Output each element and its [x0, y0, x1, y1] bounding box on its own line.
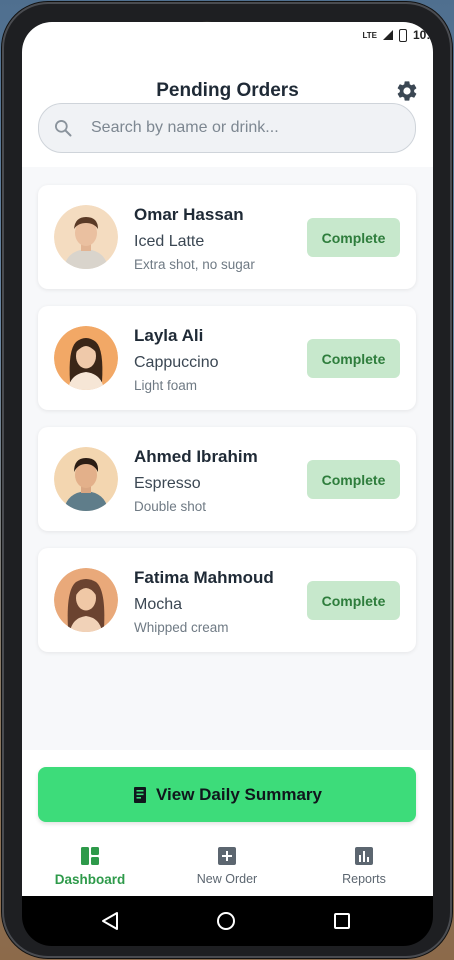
- gear-icon[interactable]: [395, 79, 419, 103]
- complete-button[interactable]: Complete: [307, 460, 400, 499]
- bar-chart-icon: [355, 847, 373, 865]
- drink-name: Mocha: [134, 596, 183, 613]
- dashboard-icon: [81, 847, 99, 865]
- page-title: Pending Orders: [156, 80, 299, 101]
- signal-icon: [382, 30, 393, 40]
- order-card: Layla Ali Cappuccino Light foam Complete: [38, 306, 416, 410]
- home-icon[interactable]: [215, 910, 237, 932]
- avatar: [54, 447, 118, 511]
- drink-name: Espresso: [134, 475, 201, 492]
- nav-item-dashboard[interactable]: Dashboard: [30, 846, 150, 887]
- complete-button[interactable]: Complete: [307, 581, 400, 620]
- drink-name: Cappuccino: [134, 354, 219, 371]
- customer-name: Layla Ali: [134, 326, 204, 345]
- status-time: 10:4: [412, 28, 433, 42]
- complete-button[interactable]: Complete: [307, 218, 400, 257]
- bottom-navigation: Dashboard New Order Reports: [22, 846, 433, 896]
- order-card: Fatima Mahmoud Mocha Whipped cream Compl…: [38, 548, 416, 652]
- complete-button[interactable]: Complete: [307, 339, 400, 378]
- nav-label-reports: Reports: [342, 872, 386, 886]
- order-note: Double shot: [134, 499, 207, 514]
- phone-frame: LTE 10:4 Pending Orders: [2, 2, 452, 958]
- nav-item-new-order[interactable]: New Order: [167, 846, 287, 886]
- nav-label-dashboard: Dashboard: [54, 872, 126, 887]
- drink-name: Iced Latte: [134, 233, 205, 250]
- order-note: Whipped cream: [134, 620, 229, 635]
- avatar: [54, 205, 118, 269]
- customer-name: Omar Hassan: [134, 205, 244, 224]
- bottom-panel: View Daily Summary Dashboard New Order R…: [22, 750, 433, 896]
- orders-list: Omar Hassan Iced Latte Extra shot, no su…: [22, 167, 433, 750]
- status-bar: LTE 10:4: [362, 24, 433, 46]
- customer-name: Fatima Mahmoud: [134, 568, 274, 587]
- app-screen: LTE 10:4 Pending Orders: [22, 22, 433, 896]
- order-card: Ahmed Ibrahim Espresso Double shot Compl…: [38, 427, 416, 531]
- add-box-icon: [218, 847, 236, 865]
- avatar: [54, 326, 118, 390]
- receipt-icon: [134, 786, 146, 803]
- search-bar[interactable]: [38, 103, 416, 153]
- search-icon: [55, 120, 72, 137]
- back-icon[interactable]: [99, 910, 121, 932]
- avatar: [54, 568, 118, 632]
- nav-item-reports[interactable]: Reports: [304, 846, 424, 886]
- nav-label-new-order: New Order: [196, 872, 258, 886]
- search-input[interactable]: [89, 118, 393, 138]
- order-note: Light foam: [134, 378, 198, 393]
- order-note: Extra shot, no sugar: [134, 257, 255, 272]
- customer-name: Ahmed Ibrahim: [134, 447, 258, 466]
- order-card: Omar Hassan Iced Latte Extra shot, no su…: [38, 185, 416, 289]
- system-navigation-bar: [22, 896, 433, 946]
- recents-icon[interactable]: [331, 910, 353, 932]
- view-daily-summary-button[interactable]: View Daily Summary: [38, 767, 416, 822]
- battery-icon: [398, 28, 407, 42]
- network-type: LTE: [362, 30, 377, 40]
- summary-label: View Daily Summary: [156, 784, 322, 804]
